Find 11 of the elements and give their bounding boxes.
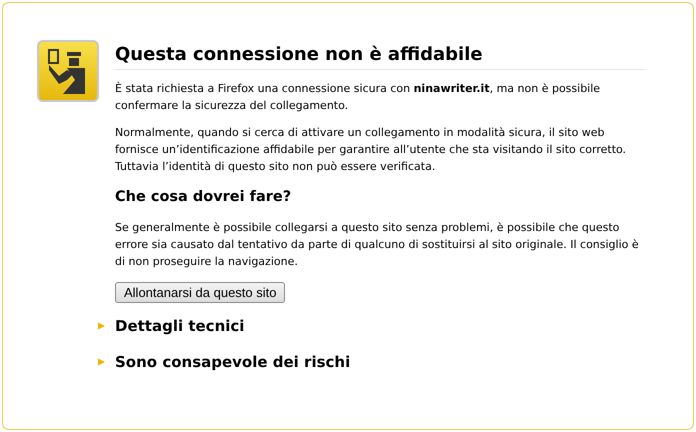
expand-arrow-icon[interactable] — [98, 322, 105, 330]
advice-text: Se generalmente è possibile collegarsi a questo sito senza problemi, è possibile che questo errore sia causato dal tentativo da parte di qualcuno di sostituirsi al sito originale. Il consiglio è di non proseguire la navigazione. — [115, 220, 640, 270]
intro-text: È stata richiesta a Firefox una connessione sicura con ninawriter.it, ma non è possibile confermare la sicurezza del collegamento. — [115, 80, 602, 114]
section-heading: Che cosa dovrei fare? — [115, 189, 292, 205]
explanation-text: Normalmente, quando si cerca di attivare un collegamento in modalità sicura, il sito web fornisce un’identificazione affidabile per garantire all’utente che sta visitando il sito corretto. Tuttavia l’identità di questo sito non può essere verificata. — [115, 125, 628, 175]
expander-label[interactable]: Dettagli tecnici — [115, 317, 244, 335]
expander-label[interactable]: Sono consapevole dei rischi — [115, 353, 350, 371]
expand-arrow-icon[interactable] — [98, 358, 105, 366]
officer-icon — [37, 40, 99, 102]
page-title: Questa connessione non è affidabile — [115, 44, 645, 70]
leave-site-button[interactable]: Allontanarsi da questo sito — [115, 282, 286, 303]
